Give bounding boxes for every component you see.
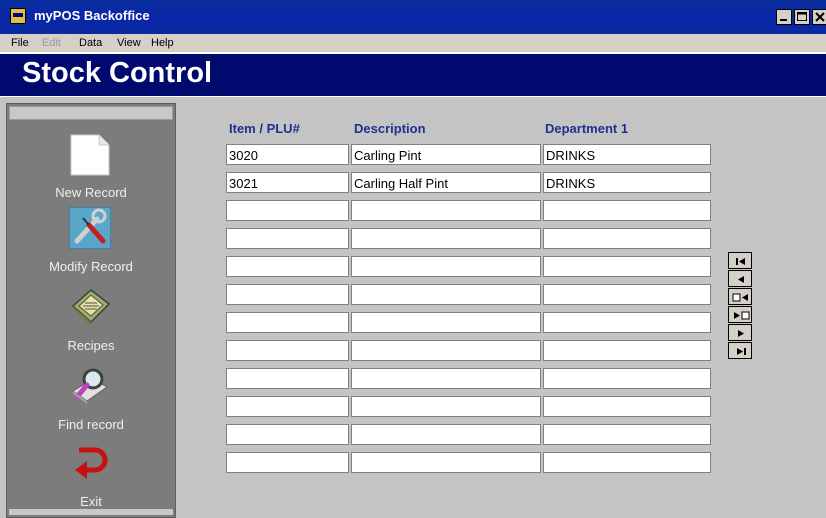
maximize-button[interactable]	[794, 9, 810, 25]
menu-data[interactable]: Data	[79, 37, 102, 49]
department-cell[interactable]	[543, 340, 711, 361]
header-band: Stock Control	[0, 54, 826, 96]
exit-arrow-icon	[69, 444, 111, 486]
description-cell[interactable]: Carling Half Pint	[351, 172, 541, 193]
new-page-icon	[69, 134, 111, 176]
new-record-label: New Record	[55, 185, 127, 200]
department-cell[interactable]	[543, 228, 711, 249]
minimize-icon	[780, 19, 787, 21]
column-header-department: Department 1	[545, 121, 629, 136]
previous-page-icon	[732, 293, 748, 302]
next-page-icon	[734, 311, 750, 320]
sidebar: New Record Modify Record Recipes Find re…	[6, 103, 176, 518]
menu-file[interactable]: File	[11, 37, 29, 49]
description-cell[interactable]	[351, 340, 541, 361]
department-cell[interactable]	[543, 424, 711, 445]
main-content: New Record Modify Record Recipes Find re…	[0, 97, 826, 518]
minimize-button[interactable]	[776, 9, 792, 25]
window-titlebar[interactable]: myPOS Backoffice	[0, 0, 826, 34]
first-record-button[interactable]	[728, 252, 752, 269]
description-cell[interactable]	[351, 284, 541, 305]
first-record-icon	[736, 258, 745, 265]
item-plu-cell[interactable]	[226, 340, 349, 361]
recipes-label: Recipes	[67, 338, 115, 353]
exit-label: Exit	[80, 494, 102, 509]
maximize-icon	[797, 12, 807, 21]
column-header-item-plu: Item / PLU#	[229, 121, 300, 136]
department-cell[interactable]	[543, 312, 711, 333]
wrench-screwdriver-icon	[68, 206, 112, 250]
item-plu-cell[interactable]: 3020	[226, 144, 349, 165]
menu-bar: File Edit Data View Help	[0, 34, 826, 52]
recipe-book-icon	[69, 284, 111, 326]
item-plu-cell[interactable]	[226, 256, 349, 277]
department-cell[interactable]	[543, 368, 711, 389]
previous-page-button[interactable]	[728, 288, 752, 305]
page-title: Stock Control	[22, 57, 213, 89]
modify-record-label: Modify Record	[49, 259, 133, 274]
app-icon	[10, 8, 26, 24]
window-title: myPOS Backoffice	[34, 8, 150, 23]
last-record-button[interactable]	[728, 342, 752, 359]
next-page-button[interactable]	[728, 306, 752, 323]
department-cell[interactable]	[543, 200, 711, 221]
description-cell[interactable]	[351, 396, 541, 417]
column-header-description: Description	[354, 121, 426, 136]
item-plu-cell[interactable]: 3021	[226, 172, 349, 193]
sidebar-top-bar	[9, 106, 173, 120]
department-cell[interactable]	[543, 256, 711, 277]
find-record-label: Find record	[58, 417, 124, 432]
close-icon	[815, 12, 825, 22]
sidebar-bottom-bar	[9, 509, 173, 515]
department-cell[interactable]	[543, 284, 711, 305]
item-plu-cell[interactable]	[226, 312, 349, 333]
next-record-icon	[738, 330, 744, 337]
item-plu-cell[interactable]	[226, 200, 349, 221]
item-plu-cell[interactable]	[226, 228, 349, 249]
description-cell[interactable]: Carling Pint	[351, 144, 541, 165]
next-record-button[interactable]	[728, 324, 752, 341]
magnifier-icon	[69, 365, 111, 407]
menu-view[interactable]: View	[117, 37, 141, 49]
description-cell[interactable]	[351, 228, 541, 249]
department-cell[interactable]	[543, 396, 711, 417]
description-cell[interactable]	[351, 452, 541, 473]
item-plu-cell[interactable]	[226, 284, 349, 305]
last-record-icon	[737, 348, 746, 355]
description-cell[interactable]	[351, 368, 541, 389]
description-cell[interactable]	[351, 424, 541, 445]
item-plu-cell[interactable]	[226, 368, 349, 389]
department-cell[interactable]	[543, 452, 711, 473]
department-cell[interactable]: DRINKS	[543, 144, 711, 165]
item-plu-cell[interactable]	[226, 452, 349, 473]
item-plu-cell[interactable]	[226, 396, 349, 417]
description-cell[interactable]	[351, 256, 541, 277]
item-plu-cell[interactable]	[226, 424, 349, 445]
close-button[interactable]	[812, 9, 826, 25]
description-cell[interactable]	[351, 312, 541, 333]
previous-record-button[interactable]	[728, 270, 752, 287]
menu-edit[interactable]: Edit	[42, 37, 61, 49]
department-cell[interactable]: DRINKS	[543, 172, 711, 193]
previous-record-icon	[738, 276, 744, 283]
menu-help[interactable]: Help	[151, 37, 174, 49]
description-cell[interactable]	[351, 200, 541, 221]
